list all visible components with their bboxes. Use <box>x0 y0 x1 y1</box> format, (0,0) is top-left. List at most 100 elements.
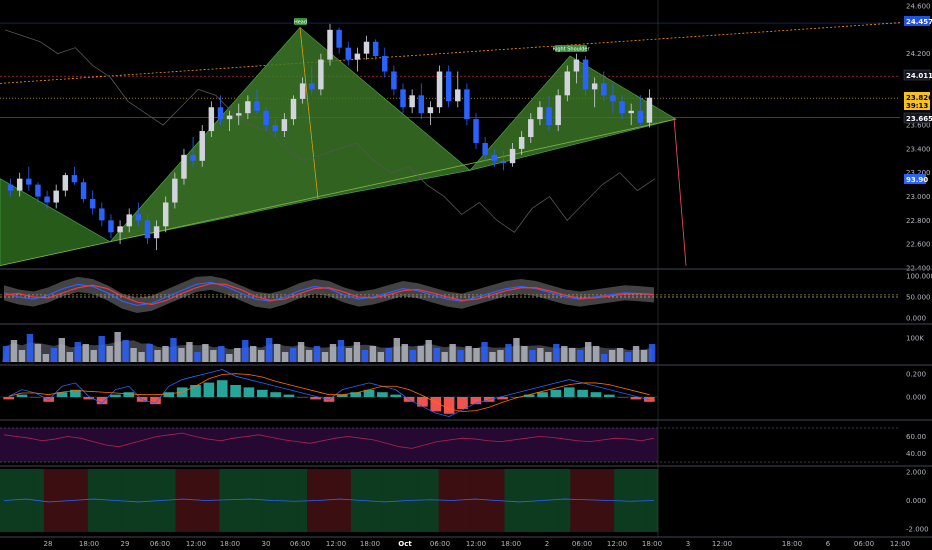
candle-body[interactable] <box>382 56 388 72</box>
volume-bar[interactable] <box>66 352 73 362</box>
candle-body[interactable] <box>445 71 452 102</box>
candle-body[interactable] <box>354 53 361 60</box>
volume-bar[interactable] <box>457 350 464 362</box>
macd-histogram-bar[interactable] <box>537 392 548 397</box>
candle-body[interactable] <box>610 95 616 102</box>
candle-body[interactable] <box>573 59 580 72</box>
macd-histogram-bar[interactable] <box>590 392 602 397</box>
volume-bar[interactable] <box>186 342 193 362</box>
volume-bar[interactable] <box>321 352 329 362</box>
volume-bar[interactable] <box>616 348 624 362</box>
macd-histogram-bar[interactable] <box>190 385 201 397</box>
volume-bar[interactable] <box>345 348 353 362</box>
oscillator-panel[interactable] <box>0 469 659 532</box>
volume-bar[interactable] <box>497 350 504 362</box>
volume-bar[interactable] <box>202 344 209 362</box>
candle-body[interactable] <box>318 59 324 90</box>
volume-bar[interactable] <box>242 340 249 362</box>
volume-bar[interactable] <box>82 344 89 362</box>
candle-body[interactable] <box>546 107 552 126</box>
volume-bar[interactable] <box>114 332 121 362</box>
volume-bar[interactable] <box>433 348 440 362</box>
candle-body[interactable] <box>619 101 625 114</box>
macd-histogram-bar[interactable] <box>30 397 41 398</box>
volume-bar[interactable] <box>313 346 321 362</box>
volume-bar[interactable] <box>170 338 177 362</box>
volume-bar[interactable] <box>265 338 273 362</box>
candle-body[interactable] <box>509 148 516 164</box>
candle-body[interactable] <box>309 83 315 90</box>
candle-body[interactable] <box>62 175 69 191</box>
candle-body[interactable] <box>409 95 415 108</box>
candle-body[interactable] <box>162 202 169 227</box>
volume-bar[interactable] <box>377 352 385 362</box>
candle-body[interactable] <box>199 131 205 161</box>
volume-bar[interactable] <box>130 348 137 362</box>
volume-bar[interactable] <box>226 354 233 362</box>
volume-bar[interactable] <box>632 346 640 362</box>
volume-bar[interactable] <box>146 344 153 362</box>
candle-body[interactable] <box>44 196 50 203</box>
volume-bar[interactable] <box>545 352 552 362</box>
candle-body[interactable] <box>172 178 178 203</box>
volume-bar[interactable] <box>154 350 161 362</box>
volume-bar[interactable] <box>577 350 584 362</box>
macd-histogram-bar[interactable] <box>550 389 562 397</box>
volume-bar[interactable] <box>210 350 217 362</box>
candle-body[interactable] <box>455 89 461 102</box>
candle-body[interactable] <box>217 107 224 120</box>
volume-bar[interactable] <box>425 340 432 362</box>
volume-bar[interactable] <box>608 350 616 362</box>
macd-histogram-bar[interactable] <box>216 380 228 397</box>
volume-bar[interactable] <box>505 344 512 362</box>
candle-body[interactable] <box>400 89 406 108</box>
volume-bar[interactable] <box>122 340 129 362</box>
candle-body[interactable] <box>528 119 534 137</box>
macd-histogram-bar[interactable] <box>163 392 175 397</box>
volume-bar[interactable] <box>2 346 10 362</box>
macd-histogram-bar[interactable] <box>377 392 388 397</box>
volume-bar[interactable] <box>42 354 50 362</box>
volume-bar[interactable] <box>449 344 456 362</box>
volume-bar[interactable] <box>465 346 472 362</box>
volume-bar[interactable] <box>138 352 145 362</box>
volume-bar[interactable] <box>289 348 297 362</box>
volume-bar[interactable] <box>337 340 345 362</box>
volume-bar[interactable] <box>441 352 448 362</box>
candle-body[interactable] <box>418 95 425 114</box>
candle-body[interactable] <box>235 113 242 116</box>
volume-bar[interactable] <box>218 346 225 362</box>
candle-body[interactable] <box>628 110 634 114</box>
candle-body[interactable] <box>336 29 342 48</box>
volume-bar[interactable] <box>234 348 241 362</box>
volume-bar[interactable] <box>178 348 185 362</box>
macd-histogram-bar[interactable] <box>577 389 588 397</box>
macd-histogram-bar[interactable] <box>243 387 255 397</box>
candle-body[interactable] <box>144 220 151 239</box>
candle-body[interactable] <box>7 184 14 191</box>
candle-body[interactable] <box>281 119 288 132</box>
macd-histogram-bar[interactable] <box>110 394 121 397</box>
candle-body[interactable] <box>363 41 370 54</box>
volume-bar[interactable] <box>648 344 656 362</box>
candle-body[interactable] <box>436 71 443 108</box>
candle-body[interactable] <box>190 154 196 161</box>
volume-bar[interactable] <box>600 354 608 362</box>
candle-body[interactable] <box>16 178 23 191</box>
candle-body[interactable] <box>254 101 260 111</box>
volume-bar[interactable] <box>26 334 34 362</box>
candle-body[interactable] <box>564 71 571 96</box>
candle-body[interactable] <box>71 175 78 183</box>
volume-bar[interactable] <box>50 348 58 362</box>
volume-bar[interactable] <box>481 342 488 362</box>
candle-body[interactable] <box>226 115 233 120</box>
candle-body[interactable] <box>126 214 132 227</box>
volume-bar[interactable] <box>258 350 265 362</box>
volume-bar[interactable] <box>513 338 520 362</box>
volume-bar[interactable] <box>18 350 26 362</box>
volume-bar[interactable] <box>34 344 42 362</box>
candle-body[interactable] <box>646 97 653 123</box>
candle-body[interactable] <box>491 154 498 161</box>
volume-bar[interactable] <box>305 350 313 362</box>
volume-bar[interactable] <box>585 342 592 362</box>
